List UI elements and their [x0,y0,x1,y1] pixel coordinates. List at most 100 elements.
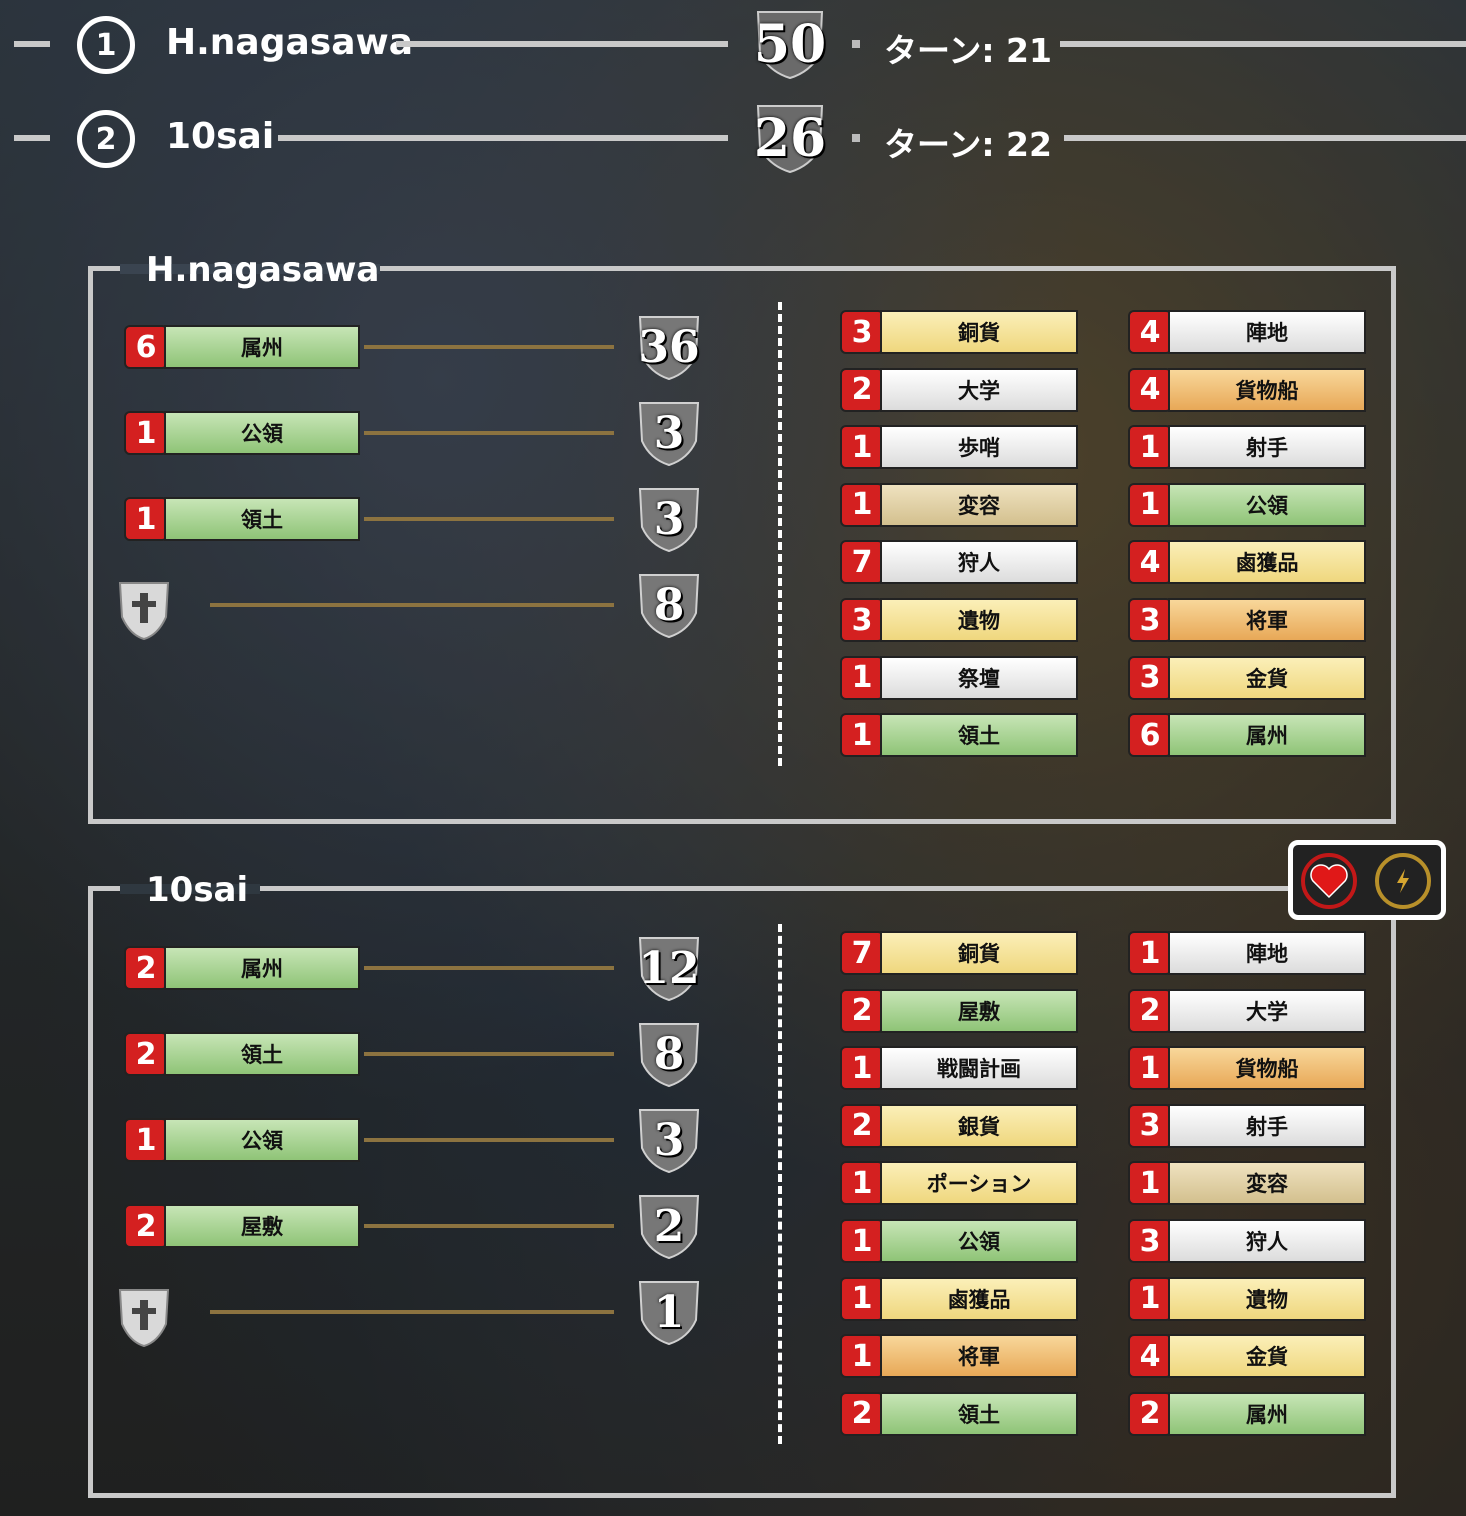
vp-token-icon[interactable] [114,1284,174,1350]
kingdom-card[interactable]: 2 屋敷 [842,989,1078,1033]
card-count: 1 [842,1221,882,1261]
kingdom-card[interactable]: 3 金貨 [1130,656,1366,700]
category-label[interactable]: 屋敷 [166,1206,358,1246]
kingdom-card[interactable]: 3 遺物 [842,598,1078,642]
kingdom-card[interactable]: 1 鹵獲品 [842,1277,1078,1321]
category-row: 1 公領 3 [126,1109,706,1174]
kingdom-card[interactable]: 3 射手 [1130,1104,1366,1148]
category-label[interactable]: 領土 [166,499,358,539]
count-badge: 2 [126,1206,166,1246]
card-count: 1 [842,715,882,756]
kingdom-card[interactable]: 1 ポーション [842,1161,1078,1205]
category-label[interactable]: 属州 [166,948,358,988]
lightning-icon[interactable] [1375,853,1431,909]
kingdom-card[interactable]: 1 射手 [1130,425,1366,469]
kingdom-card[interactable]: 4 陣地 [1130,310,1366,354]
category-label[interactable]: 公領 [166,413,358,453]
player-name[interactable]: H.nagasawa [166,22,413,63]
category-label[interactable]: 公領 [166,1120,358,1160]
card-count: 2 [1130,990,1170,1031]
category-score: 3 [626,483,712,555]
kingdom-card[interactable]: 1 領土 [842,713,1078,757]
separator-dot [852,134,860,142]
category-row: 1 領土 3 [126,488,706,553]
kingdom-card[interactable]: 1 貨物船 [1130,1046,1366,1090]
status-box [1288,840,1446,920]
card-name: 鹵獲品 [1170,542,1364,583]
card-count: 7 [842,933,882,973]
kingdom-card[interactable]: 3 将軍 [1130,598,1366,642]
category-label[interactable]: 属州 [166,327,358,367]
card-count: 1 [1130,427,1170,468]
kingdom-card[interactable]: 7 銅貨 [842,931,1078,975]
player-name[interactable]: 10sai [166,116,274,157]
kingdom-card[interactable]: 3 狩人 [1130,1219,1366,1263]
kingdom-card[interactable]: 6 属州 [1130,713,1366,757]
card-count: 3 [842,600,882,640]
panel-player-name: 10sai [146,870,249,910]
card-name: 領土 [882,1393,1076,1434]
connector-line [364,1138,614,1142]
category-row: 2 領土 8 [126,1023,706,1088]
card-count: 4 [1130,312,1170,352]
connector-line [364,1224,614,1228]
card-count: 1 [842,657,882,698]
kingdom-card[interactable]: 1 遺物 [1130,1277,1366,1321]
kingdom-card[interactable]: 1 戦闘計画 [842,1046,1078,1090]
card-count: 4 [1130,1336,1170,1377]
card-name: 遺物 [882,600,1076,640]
category-row: 1 公領 3 [126,402,706,467]
bonus-row: 8 [0,574,720,641]
score-value: 8 [653,1028,685,1080]
total-score: 50 [750,8,830,80]
vp-token-icon[interactable] [114,577,174,643]
connector-line [210,1310,614,1314]
kingdom-card[interactable]: 1 変容 [842,483,1078,527]
category-label[interactable]: 領土 [166,1034,358,1074]
kingdom-card[interactable]: 2 大学 [1130,989,1366,1033]
divider-line [396,41,728,47]
score-value: 8 [653,579,685,631]
card-count: 4 [1130,369,1170,410]
kingdom-card[interactable]: 2 領土 [842,1392,1078,1436]
kingdom-card[interactable]: 1 将軍 [842,1334,1078,1378]
kingdom-card[interactable]: 1 祭壇 [842,656,1078,700]
rank-badge: 2 [77,110,135,168]
card-count: 3 [1130,600,1170,640]
category-score: 36 [626,311,712,383]
card-count: 1 [1130,1048,1170,1089]
kingdom-card[interactable]: 4 貨物船 [1130,368,1366,412]
kingdom-card[interactable]: 2 属州 [1130,1392,1366,1436]
kingdom-card[interactable]: 1 公領 [1130,483,1366,527]
kingdom-card[interactable]: 4 金貨 [1130,1334,1366,1378]
divider-line [14,135,50,141]
bonus-row: 1 [0,1281,720,1348]
card-name: 銅貨 [882,933,1076,973]
kingdom-card[interactable]: 2 銀貨 [842,1104,1078,1148]
card-count: 1 [842,1048,882,1089]
card-count: 1 [842,427,882,468]
kingdom-card[interactable]: 2 大学 [842,368,1078,412]
kingdom-card[interactable]: 1 陣地 [1130,931,1366,975]
kingdom-card[interactable]: 7 狩人 [842,540,1078,584]
card-count: 1 [1130,933,1170,973]
card-name: 歩哨 [882,427,1076,468]
card-name: 貨物船 [1170,369,1364,410]
category-row: 2 属州 12 [126,937,706,1002]
card-name: 戦闘計画 [882,1048,1076,1089]
card-name: 領土 [882,715,1076,756]
turn-count: ターン: 21 [884,31,1052,70]
heart-icon[interactable] [1301,853,1357,909]
connector-line [210,603,614,607]
category-score: 12 [626,932,712,1004]
divider-line [1060,41,1466,47]
score-value: 3 [653,407,685,459]
kingdom-card[interactable]: 1 公領 [842,1219,1078,1263]
kingdom-card[interactable]: 3 銅貨 [842,310,1078,354]
kingdom-card[interactable]: 1 変容 [1130,1161,1366,1205]
kingdom-card[interactable]: 1 歩哨 [842,425,1078,469]
card-count: 6 [1130,715,1170,756]
card-name: 公領 [1170,484,1364,525]
card-count: 7 [842,542,882,583]
kingdom-card[interactable]: 4 鹵獲品 [1130,540,1366,584]
